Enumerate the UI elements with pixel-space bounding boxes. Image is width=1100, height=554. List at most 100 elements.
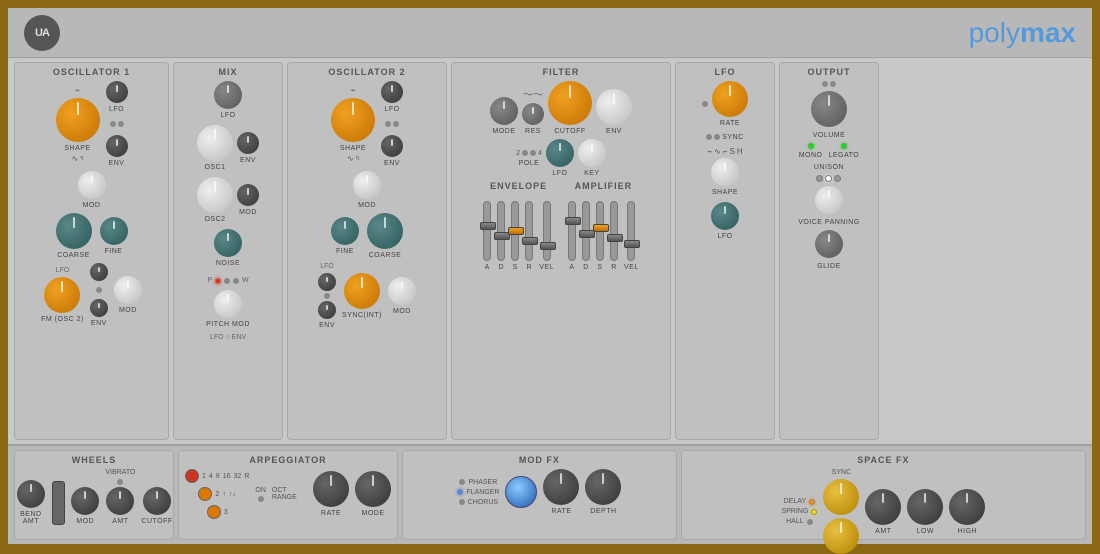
osc1-coarse-knob[interactable]: [56, 213, 92, 249]
lfo-sync-led1: [706, 134, 712, 140]
arp-title: ARPEGGIATOR: [249, 455, 326, 465]
unison-dot3[interactable]: [834, 175, 841, 182]
osc1-fine-knob[interactable]: [100, 217, 128, 245]
mix-osc1-knob[interactable]: [197, 125, 233, 161]
amp-s-fader[interactable]: S: [596, 201, 604, 271]
osc2-coarse-knob[interactable]: [367, 213, 403, 249]
arp-rate-label: RATE: [321, 510, 341, 517]
wheels-wheel[interactable]: [52, 481, 65, 525]
osc2-lfo2-knob[interactable]: [318, 273, 336, 291]
output-glide-knob[interactable]: [815, 230, 843, 258]
arp-btn2[interactable]: [198, 487, 212, 501]
mix-env-knob[interactable]: [237, 132, 259, 154]
lfo-lfo-label: LFO: [717, 233, 732, 240]
brand-name: poly max: [969, 17, 1076, 49]
mix-noise-knob[interactable]: [214, 229, 242, 257]
spacefx-low-knob[interactable]: [907, 489, 943, 525]
modfx-section: MOD FX PHASER FLANGER CHORUS: [402, 450, 677, 540]
osc1-fm-knob[interactable]: [44, 277, 80, 313]
output-title: OUTPUT: [808, 67, 851, 77]
spacefx-high-knob[interactable]: [949, 489, 985, 525]
modfx-depth-knob[interactable]: [585, 469, 621, 505]
modfx-chorus-label: CHORUS: [468, 499, 498, 506]
spacefx-knob1[interactable]: [823, 479, 859, 515]
unison-dot1[interactable]: [816, 175, 823, 182]
mix-lfo-knob[interactable]: [214, 81, 242, 109]
osc1-led3: [96, 287, 102, 293]
filter-pole-led1: [522, 150, 528, 156]
osc1-env2-knob[interactable]: [90, 299, 108, 317]
osc2-shape-knob[interactable]: [331, 98, 375, 142]
osc1-led2: [118, 121, 124, 127]
arp-btn3[interactable]: [207, 505, 221, 519]
output-glide-label: GLIDE: [817, 263, 841, 270]
modfx-rate-knob[interactable]: [543, 469, 579, 505]
env-d-fader[interactable]: D: [497, 201, 505, 271]
mix-mod-knob[interactable]: [237, 184, 259, 206]
arp-rate-knob[interactable]: [313, 471, 349, 507]
osc2-env-knob[interactable]: [381, 135, 403, 157]
output-volume-knob[interactable]: [811, 91, 847, 127]
osc2-fine-knob[interactable]: [331, 217, 359, 245]
output-led2: [830, 81, 836, 87]
osc1-lfo-knob[interactable]: [106, 81, 128, 103]
env-s-fader[interactable]: S: [511, 201, 519, 271]
mix-osc2-knob[interactable]: [197, 177, 233, 213]
osc1-env-knob[interactable]: [106, 135, 128, 157]
osc2-lfo-knob[interactable]: [381, 81, 403, 103]
mix-pitchmod-knob[interactable]: [214, 290, 242, 318]
filter-res-knob[interactable]: [522, 103, 544, 125]
arpeggiator-section: ARPEGGIATOR 1 4 8 16 32 R 2: [178, 450, 398, 540]
spacefx-high-label: HIGH: [958, 528, 978, 535]
env-a-fader[interactable]: A: [483, 201, 491, 271]
wheels-bendamt-knob[interactable]: [17, 480, 45, 508]
mix-osc1-label: OSC1: [204, 164, 225, 171]
osc2-mod-knob[interactable]: [353, 171, 381, 199]
filter-key-knob[interactable]: [578, 139, 606, 167]
filter-env-knob[interactable]: [596, 89, 632, 125]
osc2-sync-knob[interactable]: [344, 273, 380, 309]
osc2-env2-knob[interactable]: [318, 301, 336, 319]
osc1-shape-knob[interactable]: [56, 98, 100, 142]
arp-mode-knob[interactable]: [355, 471, 391, 507]
output-voicepanning-knob[interactable]: [815, 186, 843, 214]
osc2-mod-label: MOD: [358, 202, 376, 209]
osc2-shape-label: SHAPE: [340, 145, 366, 152]
amp-a-fader[interactable]: A: [568, 201, 576, 271]
wheels-cutoff-knob[interactable]: [143, 487, 171, 515]
osc1-mod-knob[interactable]: [78, 171, 106, 199]
osc2-mod2-label: MOD: [393, 308, 411, 315]
arp-on-led[interactable]: [258, 496, 264, 502]
osc1-fine-label: FINE: [105, 248, 123, 255]
filter-mode-knob[interactable]: [490, 97, 518, 125]
wheels-mod-knob[interactable]: [71, 487, 99, 515]
modfx-on-button[interactable]: [505, 476, 537, 508]
lfo-shape-knob[interactable]: [711, 158, 739, 186]
filter-cutoff-knob[interactable]: [548, 81, 592, 125]
filter-lfo-knob[interactable]: [546, 139, 574, 167]
amp-vel-fader[interactable]: VEL: [624, 201, 639, 271]
modfx-chorus-led: [459, 499, 465, 505]
osc2-mod2-knob[interactable]: [388, 277, 416, 305]
lfo-rate-knob[interactable]: [712, 81, 748, 117]
spacefx-knob2[interactable]: [823, 518, 859, 554]
osc1-mod2-knob[interactable]: [114, 276, 142, 304]
amp-d-fader[interactable]: D: [582, 201, 590, 271]
arp-btn1[interactable]: [185, 469, 199, 483]
wheels-amt-knob[interactable]: [106, 487, 134, 515]
unison-dot2[interactable]: [825, 175, 832, 182]
filter-section: FILTER MODE 〜〜 RES: [451, 62, 671, 440]
mix-title: MIX: [218, 67, 237, 77]
lfo-lfo-knob[interactable]: [711, 202, 739, 230]
oscillator2-section: OSCILLATOR 2 ⌁ SHAPE ∿ ᵑ LFO: [287, 62, 447, 440]
envelope-title: ENVELOPE: [490, 181, 547, 191]
amp-r-fader[interactable]: R: [610, 201, 618, 271]
osc1-shape-label: SHAPE: [64, 145, 90, 152]
output-section: OUTPUT VOLUME MONO LEGATO: [779, 62, 879, 440]
osc1-lfo2-knob[interactable]: [90, 263, 108, 281]
spacefx-delay-led: [809, 499, 815, 505]
spacefx-amt-knob[interactable]: [865, 489, 901, 525]
output-led1: [822, 81, 828, 87]
env-vel-fader[interactable]: VEL: [539, 201, 554, 271]
env-r-fader[interactable]: R: [525, 201, 533, 271]
